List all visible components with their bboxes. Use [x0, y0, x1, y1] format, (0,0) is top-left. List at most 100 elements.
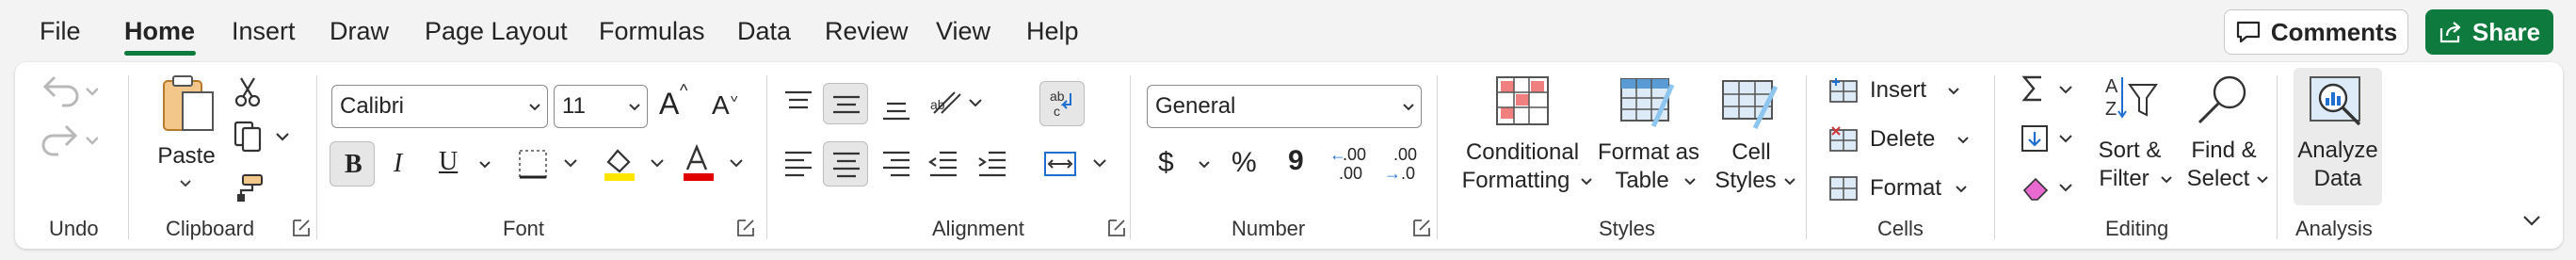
arrow-right-icon: →: [1384, 164, 1401, 183]
share-label: Share: [2471, 17, 2541, 46]
font-size-combo[interactable]: 11: [554, 85, 648, 128]
borders-icon[interactable]: [518, 149, 586, 179]
decimal-zeros: .00: [1339, 164, 1363, 183]
decrease-indent-icon[interactable]: [926, 149, 960, 177]
find-select-label: Find &: [2191, 138, 2257, 163]
format-cells-button[interactable]: Format: [1828, 171, 1988, 209]
svg-text:c: c: [1054, 104, 1060, 119]
number-group-label: Number: [1232, 217, 1306, 240]
comments-label: Comments: [2270, 17, 2398, 46]
autosum-icon[interactable]: [2019, 73, 2077, 107]
analyze-data-button[interactable]: Analyze Data: [2294, 68, 2382, 205]
number-format-value: General: [1155, 93, 1236, 119]
delete-cells-label: Delete: [1870, 126, 1936, 152]
decrease-decimal-button[interactable]: .00 → .0: [1384, 145, 1427, 187]
percent-button[interactable]: %: [1232, 147, 1257, 179]
align-center-icon: [833, 152, 860, 178]
insert-cells-button[interactable]: Insert: [1828, 73, 1981, 111]
number-format-combo[interactable]: General: [1147, 85, 1422, 128]
delete-cells-button[interactable]: Delete: [1828, 122, 1988, 160]
decrease-font-button[interactable]: A ^: [712, 88, 749, 128]
analysis-group-label: Analysis: [2295, 217, 2373, 240]
tab-review[interactable]: Review: [825, 17, 909, 46]
currency-button[interactable]: $: [1158, 147, 1174, 179]
find-select-label-2: Select: [2186, 166, 2250, 191]
decimal-zero: .0: [1401, 164, 1416, 183]
group-separator: [1994, 75, 1995, 239]
tab-home[interactable]: Home: [124, 17, 195, 46]
chevron-down-icon: [2161, 176, 2172, 184]
fill-color-icon[interactable]: [601, 143, 670, 183]
align-center-button[interactable]: [823, 141, 868, 187]
cell-styles-icon: [1722, 80, 1779, 130]
share-button[interactable]: Share: [2425, 9, 2553, 55]
align-bottom-icon[interactable]: [879, 94, 913, 122]
group-separator: [1437, 75, 1438, 239]
undo-icon[interactable]: [41, 72, 98, 107]
chevron-down-icon[interactable]: [478, 160, 491, 170]
comma-style-button[interactable]: 9: [1288, 145, 1304, 177]
format-as-table-icon: [1620, 78, 1675, 128]
chevron-down-icon: [1581, 178, 1592, 186]
dialog-launcher-icon[interactable]: [292, 219, 311, 237]
format-as-table-label: Format as: [1597, 139, 1700, 165]
undo-group-label: Undo: [49, 217, 99, 240]
tab-formulas[interactable]: Formulas: [599, 17, 705, 46]
bold-label: B: [345, 150, 362, 179]
tab-draw[interactable]: Draw: [330, 17, 389, 46]
copy-icon[interactable]: [232, 121, 292, 153]
sort-filter-icon: AZ: [2105, 76, 2158, 120]
dialog-launcher-icon[interactable]: [1107, 219, 1126, 237]
align-top-icon[interactable]: [781, 89, 815, 117]
underline-button[interactable]: U: [439, 147, 458, 177]
chevron-down-icon[interactable]: [1198, 160, 1211, 170]
tab-file[interactable]: File: [40, 17, 81, 46]
collapse-ribbon-icon[interactable]: [2521, 213, 2542, 228]
align-middle-icon: [833, 95, 860, 114]
chevron-down-icon: [529, 104, 540, 111]
conditional-formatting-label-2: Formatting: [1461, 168, 1570, 193]
cell-styles-button[interactable]: Cell Styles: [1708, 75, 1795, 207]
group-separator: [316, 75, 317, 239]
chevron-down-icon: [1403, 104, 1414, 111]
font-color-icon[interactable]: [680, 143, 749, 183]
svg-text:ab: ab: [1050, 89, 1065, 104]
font-name-combo[interactable]: Calibri: [331, 85, 548, 128]
tab-help[interactable]: Help: [1026, 17, 1079, 46]
format-as-table-button[interactable]: Format as Table: [1597, 75, 1700, 207]
format-as-table-label-2: Table: [1615, 168, 1669, 193]
sort-filter-button[interactable]: AZ Sort & Filter: [2088, 73, 2173, 205]
tab-page-layout[interactable]: Page Layout: [425, 17, 568, 46]
align-left-icon[interactable]: [781, 149, 815, 177]
paste-button[interactable]: Paste: [151, 73, 222, 194]
group-separator: [2277, 75, 2278, 239]
tab-insert[interactable]: Insert: [232, 17, 296, 46]
increase-font-button[interactable]: A ^: [659, 81, 697, 124]
dialog-launcher-icon[interactable]: [736, 219, 755, 237]
sort-filter-label: Sort &: [2098, 138, 2162, 163]
wrap-text-button[interactable]: ab c: [1039, 81, 1085, 126]
conditional-formatting-button[interactable]: Conditional Formatting: [1452, 75, 1593, 207]
tab-data[interactable]: Data: [737, 17, 791, 46]
clear-icon[interactable]: [2019, 171, 2077, 205]
redo-icon[interactable]: [41, 121, 98, 156]
align-middle-button[interactable]: [823, 83, 868, 124]
dialog-launcher-icon[interactable]: [1412, 219, 1431, 237]
analyze-data-label-2: Data: [2313, 166, 2362, 191]
tab-view[interactable]: View: [936, 17, 990, 46]
increase-indent-icon[interactable]: [975, 149, 1009, 177]
align-right-icon[interactable]: [879, 149, 913, 177]
cut-icon[interactable]: [233, 75, 262, 107]
format-painter-icon[interactable]: [232, 173, 264, 202]
italic-button[interactable]: I: [394, 149, 402, 179]
comments-button[interactable]: Comments: [2224, 9, 2408, 55]
orientation-icon[interactable]: ab: [928, 87, 987, 121]
increase-decimal-button[interactable]: .00 ← .00: [1329, 145, 1373, 187]
find-select-button[interactable]: Find & Select: [2181, 73, 2268, 205]
chevron-down-icon: [1684, 178, 1696, 186]
conditional-formatting-icon: [1496, 76, 1549, 125]
merge-center-icon[interactable]: [1043, 149, 1113, 179]
bold-button[interactable]: B: [330, 141, 375, 187]
font-size-value: 11: [562, 93, 586, 119]
fill-icon[interactable]: [2019, 122, 2077, 156]
